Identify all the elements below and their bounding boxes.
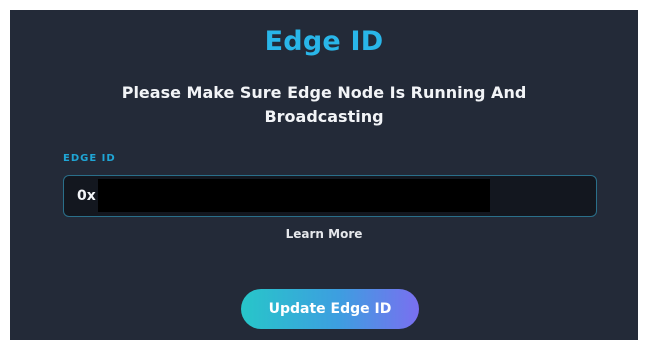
edge-id-input[interactable]: 0x: [63, 175, 597, 217]
edge-id-value-prefix: 0x: [77, 188, 96, 204]
redaction-block: [98, 179, 490, 212]
edge-id-label: EDGE ID: [63, 153, 116, 164]
edge-id-panel: Edge ID Please Make Sure Edge Node Is Ru…: [10, 10, 638, 340]
update-edge-id-button[interactable]: Update Edge ID: [241, 289, 419, 329]
learn-more-link[interactable]: Learn More: [10, 227, 638, 241]
page-title: Edge ID: [264, 26, 384, 57]
instruction-message: Please Make Sure Edge Node Is Running An…: [121, 83, 527, 126]
